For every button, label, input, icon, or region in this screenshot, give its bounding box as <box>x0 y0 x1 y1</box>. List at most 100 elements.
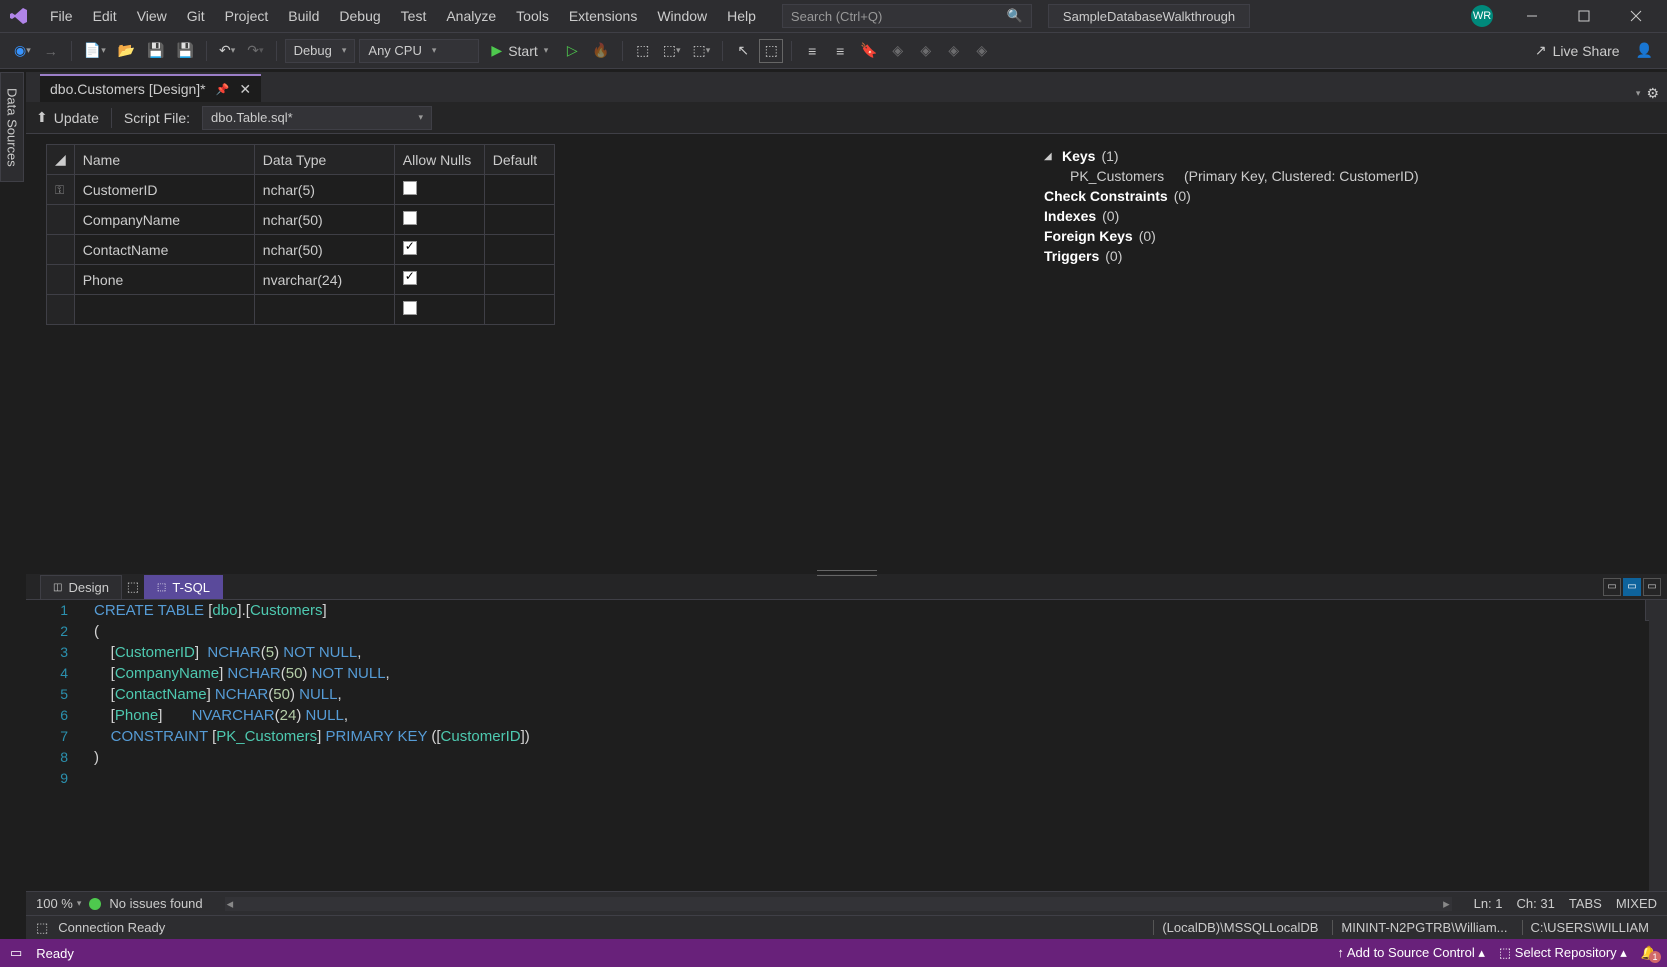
menu-test[interactable]: Test <box>391 5 437 27</box>
cell-nulls[interactable] <box>394 205 484 235</box>
split-handle[interactable] <box>807 568 887 578</box>
nav-forward-button[interactable]: → <box>39 39 63 63</box>
close-tab-icon[interactable]: ✕ <box>239 81 251 98</box>
solution-name-dropdown[interactable]: SampleDatabaseWalkthrough <box>1048 4 1250 28</box>
toolbar-icon[interactable]: ◈ <box>970 39 994 63</box>
cell-type[interactable]: nchar(50) <box>254 235 394 265</box>
columns-grid[interactable]: ◢ Name Data Type Allow Nulls Default ⚿ C… <box>26 134 1027 574</box>
col-header-type[interactable]: Data Type <box>254 145 394 175</box>
menu-tools[interactable]: Tools <box>506 5 559 27</box>
hot-reload-button[interactable]: 🔥 <box>588 39 613 63</box>
triggers-section[interactable]: Triggers (0) <box>1044 248 1651 264</box>
toolbar-icon[interactable]: ≡ <box>828 39 852 63</box>
cell-default[interactable] <box>484 235 554 265</box>
expander-icon[interactable]: ◢ <box>1044 151 1056 162</box>
save-all-button[interactable]: 💾 <box>173 39 198 63</box>
scriptfile-dropdown[interactable]: dbo.Table.sql*▾ <box>202 106 432 130</box>
document-tab[interactable]: dbo.Customers [Design]* 📌 ✕ <box>40 74 261 102</box>
keys-section[interactable]: ◢Keys (1) <box>1044 148 1651 164</box>
vertical-scrollbar[interactable] <box>1649 600 1667 891</box>
checkbox[interactable] <box>403 211 417 225</box>
primary-key-item[interactable]: PK_Customers (Primary Key, Clustered: Cu… <box>1044 168 1651 184</box>
checkbox[interactable] <box>403 301 417 315</box>
menu-file[interactable]: File <box>40 5 83 27</box>
solution-platform-dropdown[interactable]: Any CPU▾ <box>359 39 479 63</box>
menu-git[interactable]: Git <box>177 5 215 27</box>
save-button[interactable]: 💾 <box>143 39 168 63</box>
col-header-nulls[interactable]: Allow Nulls <box>394 145 484 175</box>
table-row[interactable]: CompanyName nchar(50) <box>47 205 1006 235</box>
toolbar-icon[interactable]: ≡ <box>800 39 824 63</box>
new-item-button[interactable]: 📄▾ <box>80 39 110 63</box>
toolbar-icon[interactable]: ◈ <box>886 39 910 63</box>
cell-name[interactable]: Phone <box>74 265 254 295</box>
toolbar-icon[interactable]: ⬚ <box>631 39 655 63</box>
cell-name[interactable]: CustomerID <box>74 175 254 205</box>
update-button[interactable]: ⬆ Update <box>36 109 99 126</box>
tab-overflow-icon[interactable]: ▾ <box>1636 88 1641 99</box>
row-header[interactable] <box>47 235 75 265</box>
cell-nulls[interactable] <box>394 265 484 295</box>
toolbar-icon[interactable]: 🔖 <box>856 39 881 63</box>
menu-window[interactable]: Window <box>647 5 717 27</box>
cell-nulls[interactable] <box>394 175 484 205</box>
table-row[interactable]: Phone nvarchar(24) <box>47 265 1006 295</box>
toolbar-icon[interactable]: ↖ <box>731 39 755 63</box>
cell-type[interactable]: nchar(5) <box>254 175 394 205</box>
line-indicator[interactable]: Ln: 1 <box>1474 896 1503 911</box>
cell-default[interactable] <box>484 175 554 205</box>
menu-analyze[interactable]: Analyze <box>436 5 506 27</box>
menu-debug[interactable]: Debug <box>329 5 390 27</box>
select-repository-button[interactable]: ⬚ Select Repository ▴ <box>1499 945 1627 961</box>
open-file-button[interactable]: 📂 <box>114 39 139 63</box>
row-header[interactable] <box>47 205 75 235</box>
toolbar-icon[interactable]: ⬚▾ <box>689 39 715 63</box>
sql-editor[interactable]: 123456789 CREATE TABLE [dbo].[Customers]… <box>26 600 1667 891</box>
minimize-button[interactable] <box>1509 0 1555 33</box>
table-row[interactable]: ContactName nchar(50) <box>47 235 1006 265</box>
user-avatar[interactable]: WR <box>1471 5 1493 27</box>
cell-type[interactable]: nvarchar(24) <box>254 265 394 295</box>
mixed-indicator[interactable]: MIXED <box>1616 896 1657 911</box>
toolbar-icon[interactable]: ◈ <box>942 39 966 63</box>
view-icon[interactable]: ▭ <box>1623 578 1641 596</box>
cell-nulls[interactable] <box>394 235 484 265</box>
toolbar-icon[interactable]: ◈ <box>914 39 938 63</box>
toolbar-icon[interactable]: ⬚ <box>759 39 783 63</box>
close-button[interactable] <box>1613 0 1659 33</box>
toolbar-icon[interactable]: ⬚▾ <box>659 39 685 63</box>
tabs-indicator[interactable]: TABS <box>1569 896 1602 911</box>
maximize-button[interactable] <box>1561 0 1607 33</box>
menu-project[interactable]: Project <box>215 5 279 27</box>
row-header[interactable]: ⚿ <box>47 175 75 205</box>
search-input[interactable]: Search (Ctrl+Q) 🔍 <box>782 4 1032 28</box>
cell-name[interactable]: ContactName <box>74 235 254 265</box>
col-header-default[interactable]: Default <box>484 145 554 175</box>
horizontal-scrollbar[interactable]: ◂ ▸ <box>225 897 1452 911</box>
solution-config-dropdown[interactable]: Debug▾ <box>285 39 356 63</box>
redo-button[interactable]: ↷ ▾ <box>243 39 267 63</box>
zoom-dropdown[interactable]: 100 %▾ <box>36 896 81 911</box>
notifications-button[interactable]: 🔔1 <box>1641 945 1657 961</box>
check-constraints-section[interactable]: Check Constraints (0) <box>1044 188 1651 204</box>
row-header[interactable] <box>47 265 75 295</box>
live-share-button[interactable]: ↗ Live Share <box>1531 39 1624 63</box>
checkbox[interactable] <box>403 271 417 285</box>
window-options-icon[interactable]: ⚙ <box>1646 85 1659 102</box>
char-indicator[interactable]: Ch: 31 <box>1517 896 1555 911</box>
indexes-section[interactable]: Indexes (0) <box>1044 208 1651 224</box>
cell-type[interactable]: nchar(50) <box>254 205 394 235</box>
menu-help[interactable]: Help <box>717 5 766 27</box>
checkbox[interactable] <box>403 181 417 195</box>
checkbox[interactable] <box>403 241 417 255</box>
design-tab[interactable]: ◫Design <box>40 575 122 599</box>
feedback-button[interactable]: 👤 <box>1632 39 1657 63</box>
pin-icon[interactable]: 📌 <box>216 83 230 96</box>
table-row-new[interactable] <box>47 295 1006 325</box>
menu-edit[interactable]: Edit <box>83 5 127 27</box>
data-sources-tab[interactable]: Data Sources <box>0 72 24 182</box>
tsql-tab[interactable]: ⬚T-SQL <box>144 575 223 599</box>
menu-extensions[interactable]: Extensions <box>559 5 647 27</box>
table-row[interactable]: ⚿ CustomerID nchar(5) <box>47 175 1006 205</box>
col-header-name[interactable]: Name <box>74 145 254 175</box>
